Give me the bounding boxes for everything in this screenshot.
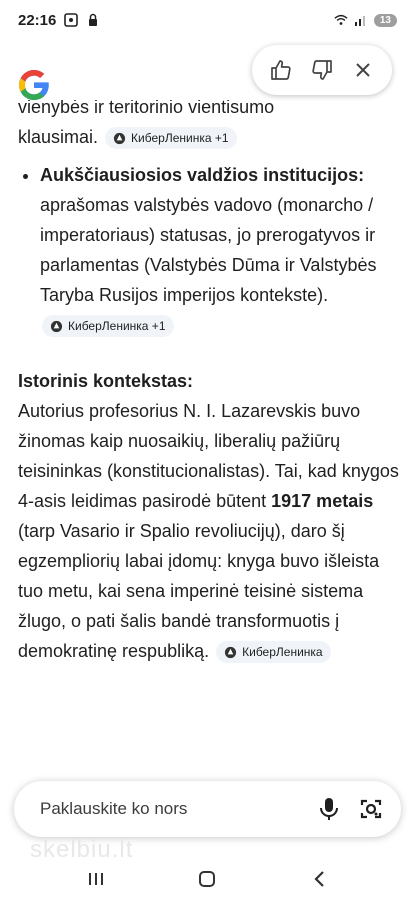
thumbs-up-button[interactable] <box>266 55 296 85</box>
camera-lens-icon <box>360 799 382 819</box>
partial-line: vienybės ir teritorinio vientisumo <box>18 100 275 117</box>
cyberleninka-icon <box>50 320 63 332</box>
lock-icon <box>89 13 98 26</box>
lens-button[interactable] <box>357 795 385 823</box>
cyberleninka-icon <box>113 132 126 144</box>
ask-input-bar[interactable]: Paklauskite ko nors <box>14 781 401 837</box>
scroll-fade <box>0 730 415 770</box>
source-chip[interactable]: КиберЛенинка +1 <box>105 127 237 150</box>
paragraph: Autorius profesorius N. I. Lazarevskis b… <box>18 396 403 666</box>
answer-content: vienybės ir teritorinio vientisumo klaus… <box>0 100 415 765</box>
bullet-text: aprašomas valstybės vadovo (monarcho / i… <box>40 195 377 305</box>
thumbs-up-icon <box>270 60 291 80</box>
navigation-bar <box>0 858 415 900</box>
bullet-bold: Aukščiausiosios valdžios institucijos: <box>40 165 365 185</box>
battery-indicator: 13 <box>373 13 397 27</box>
back-icon <box>314 871 324 887</box>
recent-apps-button[interactable] <box>76 864 116 894</box>
source-chip[interactable]: КиберЛенинка <box>216 641 331 664</box>
thumbs-down-button[interactable] <box>307 55 337 85</box>
home-icon <box>199 871 216 887</box>
source-chip-label: КиберЛенинка +1 <box>131 131 229 146</box>
cyberleninka-icon <box>225 646 237 658</box>
home-button[interactable] <box>187 864 227 894</box>
thumbs-down-icon <box>312 60 332 80</box>
close-icon <box>356 63 371 77</box>
source-chip-label: КиберЛенинка +1 <box>68 319 166 334</box>
google-logo-icon <box>19 70 49 100</box>
wifi-icon <box>334 14 348 25</box>
close-button[interactable] <box>348 55 378 85</box>
status-bar: 22:16 13 <box>0 0 415 40</box>
screenshot-icon <box>64 13 79 27</box>
feedback-bar <box>252 45 392 95</box>
text-line: klausimai. <box>18 127 99 147</box>
source-chip-label: КиберЛенинка <box>242 645 323 660</box>
status-time: 22:16 <box>18 11 57 29</box>
paragraph-text: (tarp Vasario ir Spalio revoliucijų), da… <box>18 521 380 661</box>
source-chip[interactable]: КиберЛенинка +1 <box>42 315 174 338</box>
voice-search-button[interactable] <box>315 795 343 823</box>
paragraph-bold: 1917 metais <box>271 491 374 511</box>
recents-icon <box>88 873 103 885</box>
ask-input-placeholder[interactable]: Paklauskite ko nors <box>40 799 301 819</box>
signal-icon <box>354 16 365 26</box>
list-item: Aukščiausiosios valdžios institucijos: a… <box>40 160 403 340</box>
section-title: Istorinis kontekstas: <box>18 371 194 391</box>
back-button[interactable] <box>299 864 339 894</box>
microphone-icon <box>320 798 338 820</box>
